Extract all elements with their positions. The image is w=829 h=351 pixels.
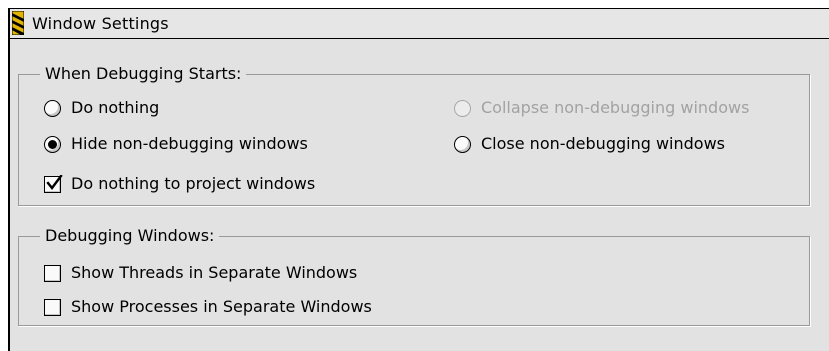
radio-collapse-non-debugging: Collapse non-debugging windows [454,98,749,118]
checkbox-label: Do nothing to project windows [71,174,316,193]
checkbox[interactable] [44,298,61,316]
checkbox[interactable] [44,264,61,282]
checkmark-icon [46,174,63,190]
debug-start-legend: When Debugging Starts: [40,64,247,84]
debug-windows-legend: Debugging Windows: [40,226,220,246]
checkbox-do-nothing-project[interactable]: Do nothing to project windows [44,174,315,194]
radio-label: Close non-debugging windows [481,134,725,153]
checkbox-checked[interactable] [44,174,63,193]
window-title: Window Settings [32,14,169,33]
checkbox-label: Show Threads in Separate Windows [71,263,358,282]
title-stripe-icon [12,11,24,35]
radio-button-selected[interactable] [44,135,61,153]
radio-button[interactable] [454,135,471,153]
title-bar[interactable]: Window Settings [10,9,829,39]
radio-close-non-debugging[interactable]: Close non-debugging windows [454,134,725,154]
radio-button-disabled [454,99,471,117]
radio-label: Do nothing [71,98,160,117]
radio-do-nothing[interactable]: Do nothing [44,98,159,118]
radio-button[interactable] [44,99,61,117]
radio-label: Hide non-debugging windows [71,134,308,153]
radio-label: Collapse non-debugging windows [481,98,750,117]
radio-hide-non-debugging[interactable]: Hide non-debugging windows [44,134,308,154]
checkbox-show-processes[interactable]: Show Processes in Separate Windows [44,297,372,317]
checkbox-label: Show Processes in Separate Windows [71,297,372,316]
checkbox-show-threads[interactable]: Show Threads in Separate Windows [44,263,357,283]
